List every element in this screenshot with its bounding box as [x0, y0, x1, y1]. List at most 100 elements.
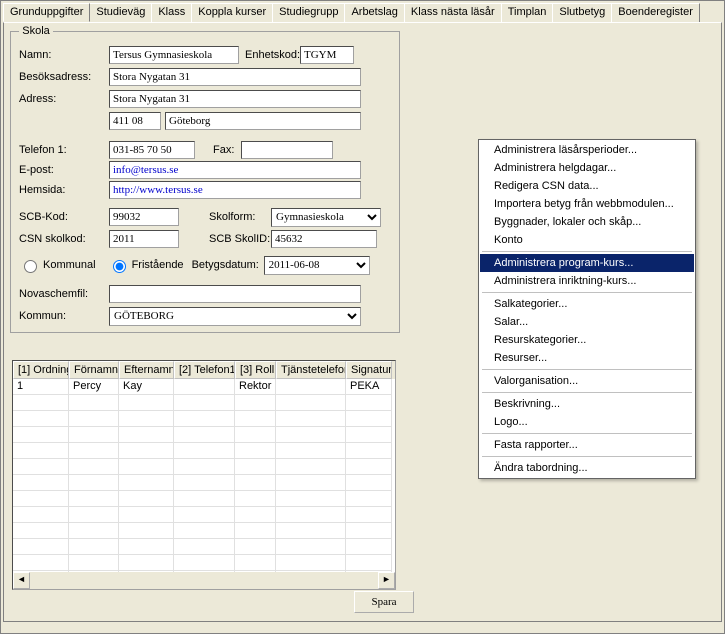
- menu-item[interactable]: Byggnader, lokaler och skåp...: [480, 213, 694, 231]
- cell: Kay: [119, 379, 174, 395]
- postnr-field[interactable]: [109, 112, 161, 130]
- table-row[interactable]: [13, 491, 395, 507]
- menu-separator: [482, 292, 692, 293]
- scroll-track[interactable]: [30, 572, 378, 589]
- col-header[interactable]: [2] Telefon1: [174, 361, 235, 379]
- label-enhetskod: Enhetskod:: [245, 49, 300, 61]
- menu-item[interactable]: Administrera program-kurs...: [480, 254, 694, 272]
- scroll-left-button[interactable]: ◄: [13, 572, 30, 589]
- tab-koppla-kurser[interactable]: Koppla kurser: [191, 3, 273, 22]
- cell: Rektor: [235, 379, 276, 395]
- cell: [174, 427, 235, 443]
- menu-item[interactable]: Administrera läsårsperioder...: [480, 141, 694, 159]
- cell: [13, 507, 69, 523]
- scroll-right-button[interactable]: ►: [378, 572, 395, 589]
- menu-item[interactable]: Administrera helgdagar...: [480, 159, 694, 177]
- enhetskod-field[interactable]: [300, 46, 354, 64]
- table-row[interactable]: [13, 555, 395, 571]
- novaschemfil-field[interactable]: [109, 285, 361, 303]
- h-scrollbar[interactable]: ◄ ►: [13, 572, 395, 589]
- cell: [119, 555, 174, 571]
- col-header[interactable]: [3] Roll: [235, 361, 276, 379]
- label-skolform: Skolform:: [209, 211, 271, 223]
- col-header[interactable]: Signatur: [346, 361, 392, 379]
- col-header[interactable]: Förnamn: [69, 361, 119, 379]
- epost-field[interactable]: [109, 161, 361, 179]
- csn-field[interactable]: [109, 230, 179, 248]
- table-row[interactable]: [13, 523, 395, 539]
- besoksadress-field[interactable]: [109, 68, 361, 86]
- menu-item[interactable]: Fasta rapporter...: [480, 436, 694, 454]
- menu-item[interactable]: Redigera CSN data...: [480, 177, 694, 195]
- cell: [174, 443, 235, 459]
- table-row[interactable]: [13, 411, 395, 427]
- cell: [235, 411, 276, 427]
- menu-item[interactable]: Importera betyg från webbmodulen...: [480, 195, 694, 213]
- cell: [174, 491, 235, 507]
- menu-item[interactable]: Beskrivning...: [480, 395, 694, 413]
- cell: [346, 427, 392, 443]
- label-kommun: Kommun:: [19, 310, 109, 322]
- cell: [69, 411, 119, 427]
- tab-timplan[interactable]: Timplan: [501, 3, 554, 22]
- table-row[interactable]: 1PercyKayRektorPEKA: [13, 379, 395, 395]
- adress-field[interactable]: [109, 90, 361, 108]
- save-button[interactable]: Spara: [354, 591, 414, 613]
- fieldset-legend: Skola: [19, 25, 53, 37]
- cell: [235, 507, 276, 523]
- radio-kommunal[interactable]: Kommunal: [19, 257, 96, 273]
- menu-item[interactable]: Administrera inriktning-kurs...: [480, 272, 694, 290]
- tab-studiev-g[interactable]: Studieväg: [89, 3, 152, 22]
- betygsdatum-select[interactable]: 2011-06-08: [264, 256, 370, 275]
- hemsida-field[interactable]: [109, 181, 361, 199]
- cell: [69, 475, 119, 491]
- menu-item[interactable]: Salar...: [480, 313, 694, 331]
- cell: [276, 395, 346, 411]
- menu-item[interactable]: Ändra tabordning...: [480, 459, 694, 477]
- tab-slutbetyg[interactable]: Slutbetyg: [552, 3, 612, 22]
- menu-item[interactable]: Valorganisation...: [480, 372, 694, 390]
- menu-item[interactable]: Resurser...: [480, 349, 694, 367]
- cell: [235, 555, 276, 571]
- label-scbskolid: SCB SkolID:: [209, 233, 271, 245]
- tab-klass-n-sta-l-s-r[interactable]: Klass nästa läsår: [404, 3, 502, 22]
- tab-studiegrupp[interactable]: Studiegrupp: [272, 3, 345, 22]
- cell: [13, 555, 69, 571]
- menu-item[interactable]: Konto: [480, 231, 694, 249]
- label-epost: E-post:: [19, 164, 109, 176]
- cell: [276, 539, 346, 555]
- table-row[interactable]: [13, 395, 395, 411]
- col-header[interactable]: [1] Ordning: [13, 361, 69, 379]
- cell: [13, 459, 69, 475]
- cell: [276, 411, 346, 427]
- cell: [235, 443, 276, 459]
- cell: [276, 491, 346, 507]
- menu-item[interactable]: Logo...: [480, 413, 694, 431]
- ort-field[interactable]: [165, 112, 361, 130]
- table-row[interactable]: [13, 475, 395, 491]
- col-header[interactable]: Efternamn: [119, 361, 174, 379]
- table-header: [1] OrdningFörnamnEfternamn[2] Telefon1[…: [13, 361, 395, 379]
- scbkod-field[interactable]: [109, 208, 179, 226]
- kommun-select[interactable]: GÖTEBORG: [109, 307, 361, 326]
- table-row[interactable]: [13, 427, 395, 443]
- tab-arbetslag[interactable]: Arbetslag: [344, 3, 404, 22]
- tab-grunduppgifter[interactable]: Grunduppgifter: [3, 3, 90, 22]
- tab-klass[interactable]: Klass: [151, 3, 192, 22]
- skolform-select[interactable]: Gymnasieskola: [271, 208, 381, 227]
- table-row[interactable]: [13, 459, 395, 475]
- menu-item[interactable]: Salkategorier...: [480, 295, 694, 313]
- label-novaschemfil: Novaschemfil:: [19, 288, 109, 300]
- table-row[interactable]: [13, 443, 395, 459]
- col-header[interactable]: Tjänstetelefon: [276, 361, 346, 379]
- tab-boenderegister[interactable]: Boenderegister: [611, 3, 700, 22]
- table-row[interactable]: [13, 539, 395, 555]
- school-settings-window: GrunduppgifterStudievägKlassKoppla kurse…: [0, 0, 725, 634]
- radio-fristaende[interactable]: Fristående: [108, 257, 184, 273]
- fax-field[interactable]: [241, 141, 333, 159]
- telefon1-field[interactable]: [109, 141, 195, 159]
- namn-field[interactable]: [109, 46, 239, 64]
- menu-item[interactable]: Resurskategorier...: [480, 331, 694, 349]
- scbskolid-field[interactable]: [271, 230, 377, 248]
- table-row[interactable]: [13, 507, 395, 523]
